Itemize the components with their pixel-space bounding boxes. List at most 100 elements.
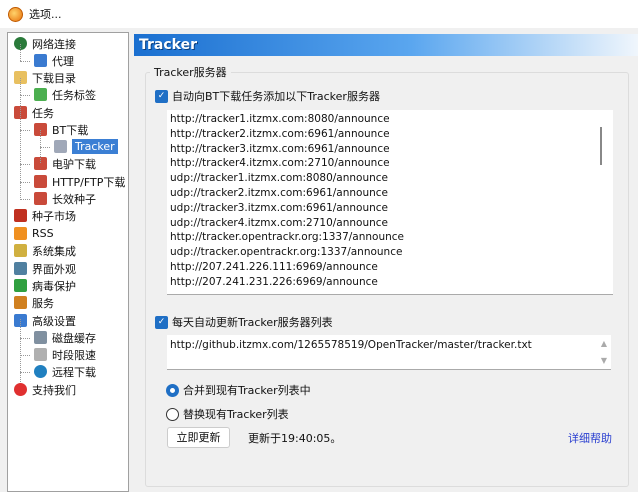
tracker-panel: Tracker Tracker服务器 ✓ 自动向BT下载任务添加以下Tracke… <box>134 32 638 487</box>
tree-item[interactable]: 长效种子 <box>34 190 96 207</box>
tree-item[interactable]: 电驴下载 <box>34 155 96 172</box>
tracker-url: http://tracker4.itzmx.com:2710/announce <box>170 157 390 170</box>
tree-item-label: 下载目录 <box>32 71 76 85</box>
tree-connector <box>20 130 30 131</box>
tree-item[interactable]: 代理 <box>34 52 74 69</box>
scroll-up-icon[interactable]: ▲ <box>601 339 607 348</box>
tree-item-label: 服务 <box>32 296 54 310</box>
tree-item[interactable]: 网络连接 <box>14 35 76 52</box>
tracker-url: http://tracker3.itzmx.com:6961/announce <box>170 142 390 155</box>
options-tree[interactable]: 网络连接代理下载目录任务标签任务 BT下载 Tracker 电驴下载 HTTP/FTP下… <box>7 32 129 492</box>
update-url-textarea[interactable]: http://github.itzmx.com/1265578519/OpenT… <box>167 335 611 370</box>
tree-connector <box>40 130 41 163</box>
tree-item-label: 种子市场 <box>32 209 76 223</box>
tree-item[interactable]: 病毒保护 <box>14 277 76 294</box>
auto-update-checkbox[interactable]: ✓ 每天自动更新Tracker服务器列表 <box>155 314 333 330</box>
task-icon <box>34 175 47 188</box>
tracker-url: http://tracker.opentrackr.org:1337/annou… <box>170 231 405 244</box>
last-updated-text: 更新于19:40:05。 <box>248 432 342 445</box>
tree-item[interactable]: 任务标签 <box>34 86 96 103</box>
replace-label: 替换现有Tracker列表 <box>183 408 289 421</box>
tree-connector <box>20 61 30 62</box>
integration-icon <box>14 244 27 257</box>
title-bar: 选项... <box>0 0 638 28</box>
auto-add-checkbox[interactable]: ✓ 自动向BT下载任务添加以下Tracker服务器 <box>155 88 380 104</box>
tree-item-label: 电驴下载 <box>52 157 96 171</box>
tree-item[interactable]: 高级设置 <box>14 312 76 329</box>
tree-item[interactable]: BT下载 <box>34 121 88 138</box>
tree-item-label: 高级设置 <box>32 314 76 328</box>
shield-icon <box>14 279 27 292</box>
tree-item[interactable]: 下载目录 <box>14 69 76 86</box>
tree-item[interactable]: 时段限速 <box>34 346 96 363</box>
network-icon <box>34 54 47 67</box>
tracker-list-textarea[interactable]: http://tracker1.itzmx.com:8080/announce h… <box>167 110 613 295</box>
tracker-url: http://tracker1.itzmx.com:8080/announce <box>170 113 390 125</box>
radio-selected-icon <box>166 383 179 397</box>
tree-item-label: HTTP/FTP下载 <box>52 175 126 189</box>
tree-item[interactable]: 远程下载 <box>34 363 96 380</box>
scroll-down-icon[interactable]: ▼ <box>601 356 607 365</box>
tree-item[interactable]: 磁盘缓存 <box>34 329 96 346</box>
clock-icon <box>34 348 47 361</box>
users-icon <box>14 296 27 309</box>
auto-add-label: 自动向BT下载任务添加以下Tracker服务器 <box>172 90 380 103</box>
tracker-url: udp://tracker3.itzmx.com:6961/announce <box>170 201 388 214</box>
check-icon: ✓ <box>155 315 168 329</box>
tree-item-label: BT下载 <box>52 123 89 137</box>
update-url: http://github.itzmx.com/1265578519/OpenT… <box>170 339 532 351</box>
panel-title: Tracker <box>134 34 638 56</box>
tree-item[interactable]: Tracker <box>54 138 118 155</box>
tree-connector <box>20 319 21 382</box>
tag-icon <box>34 88 47 101</box>
tracker-url: http://tracker2.itzmx.com:6961/announce <box>170 127 390 140</box>
tree-connector <box>20 78 21 95</box>
tree-connector <box>20 355 30 356</box>
server-icon <box>54 140 67 153</box>
tree-item-label: 界面外观 <box>32 262 76 276</box>
tree-item[interactable]: 系统集成 <box>14 242 76 259</box>
tree-item-label: 磁盘缓存 <box>52 331 96 345</box>
group-label: Tracker服务器 <box>150 64 231 80</box>
tree-connector <box>20 44 21 61</box>
tree-item-label: 任务 <box>32 106 54 120</box>
rss-icon <box>14 227 27 240</box>
tree-item-label: 支持我们 <box>32 383 76 397</box>
appearance-icon <box>14 262 27 275</box>
tree-connector <box>40 147 50 148</box>
radio-icon <box>166 407 179 421</box>
tree-item[interactable]: 服务 <box>14 294 54 311</box>
tree-item-label: 网络连接 <box>32 37 76 51</box>
merge-radio[interactable]: 合并到现有Tracker列表中 <box>166 382 311 398</box>
help-link[interactable]: 详细帮助 <box>568 430 612 446</box>
update-now-button[interactable]: 立即更新 <box>167 427 230 448</box>
tree-item-label: 代理 <box>52 54 74 68</box>
scrollbar-thumb[interactable] <box>600 127 602 165</box>
replace-radio[interactable]: 替换现有Tracker列表 <box>166 406 289 422</box>
tree-item[interactable]: RSS <box>14 225 54 242</box>
check-icon: ✓ <box>155 89 168 103</box>
task-icon <box>34 192 47 205</box>
tree-item[interactable]: 支持我们 <box>14 381 76 398</box>
tree-item-label: 系统集成 <box>32 244 76 258</box>
tracker-url: http://207.241.226.111:6969/announce <box>170 260 378 273</box>
tree-item-label: 任务标签 <box>52 88 96 102</box>
tree-item-label: Tracker <box>72 139 118 154</box>
tracker-url: udp://tracker4.itzmx.com:2710/announce <box>170 216 388 229</box>
auto-update-label: 每天自动更新Tracker服务器列表 <box>172 316 333 329</box>
tracker-url: udp://tracker1.itzmx.com:8080/announce <box>170 172 388 185</box>
merge-label: 合并到现有Tracker列表中 <box>183 384 311 397</box>
tracker-url: http://207.241.231.226:6969/announce <box>170 275 378 288</box>
tree-connector <box>20 182 30 183</box>
tree-connector <box>20 338 30 339</box>
tracker-url: udp://tracker2.itzmx.com:6961/announce <box>170 186 388 199</box>
tree-item-label: 远程下载 <box>52 365 96 379</box>
tree-item[interactable]: HTTP/FTP下载 <box>34 173 125 190</box>
magnet-icon <box>14 209 27 222</box>
disk-icon <box>34 331 47 344</box>
tree-item-label: 时段限速 <box>52 348 96 362</box>
tree-connector <box>20 164 30 165</box>
tree-item[interactable]: 种子市场 <box>14 207 76 224</box>
tree-connector <box>20 94 21 200</box>
tree-item[interactable]: 界面外观 <box>14 260 76 277</box>
